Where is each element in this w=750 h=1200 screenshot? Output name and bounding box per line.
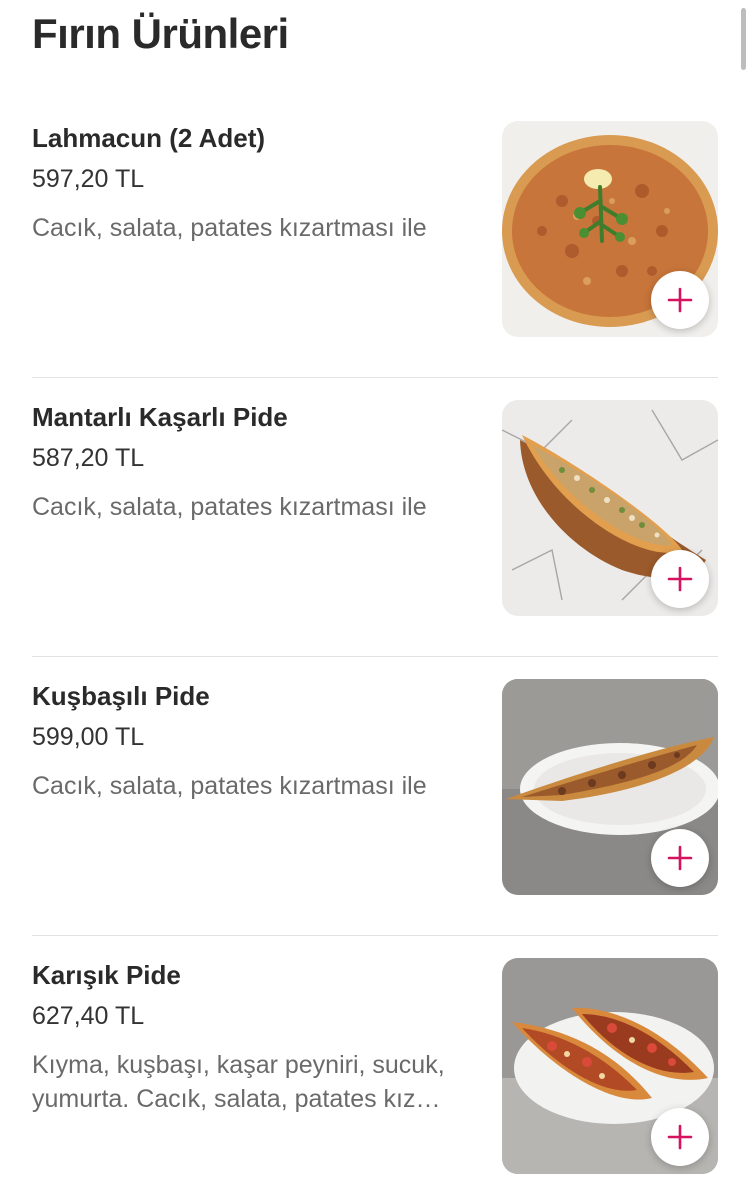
item-description: Cacık, salata, patates kızartması ile <box>32 214 427 242</box>
menu-item[interactable]: Karışık Pide 627,40 TL Kıyma, kuşbaşı, k… <box>0 958 750 1200</box>
plus-icon <box>667 566 693 592</box>
add-button[interactable] <box>651 829 709 887</box>
divider <box>32 377 718 378</box>
scrollbar[interactable] <box>741 8 746 70</box>
menu-item[interactable]: Lahmacun (2 Adet) 597,20 TL Cacık, salat… <box>0 121 750 402</box>
item-name: Kuşbaşılı Pide <box>32 681 210 711</box>
item-name: Karışık Pide <box>32 960 181 990</box>
divider <box>32 656 718 657</box>
item-name: Mantarlı Kaşarlı Pide <box>32 402 288 432</box>
plus-icon <box>667 1124 693 1150</box>
item-name: Lahmacun (2 Adet) <box>32 123 266 153</box>
item-description: Cacık, salata, patates kızartması ile <box>32 772 427 800</box>
section-title: Fırın Ürünleri <box>32 10 289 57</box>
item-price: 627,40 TL <box>32 1002 145 1030</box>
menu-item[interactable]: Mantarlı Kaşarlı Pide 587,20 TL Cacık, s… <box>0 400 750 681</box>
divider <box>32 935 718 936</box>
item-price: 587,20 TL <box>32 444 145 472</box>
item-price: 597,20 TL <box>32 165 145 193</box>
plus-icon <box>667 845 693 871</box>
add-button[interactable] <box>651 271 709 329</box>
menu-item[interactable]: Kuşbaşılı Pide 599,00 TL Cacık, salata, … <box>0 679 750 960</box>
item-description: Cacık, salata, patates kızartması ile <box>32 493 427 521</box>
item-price: 599,00 TL <box>32 723 145 751</box>
add-button[interactable] <box>651 1108 709 1166</box>
add-button[interactable] <box>651 550 709 608</box>
item-description: Kıyma, kuşbaşı, kaşar peyniri, sucuk, yu… <box>32 1051 445 1113</box>
plus-icon <box>667 287 693 313</box>
